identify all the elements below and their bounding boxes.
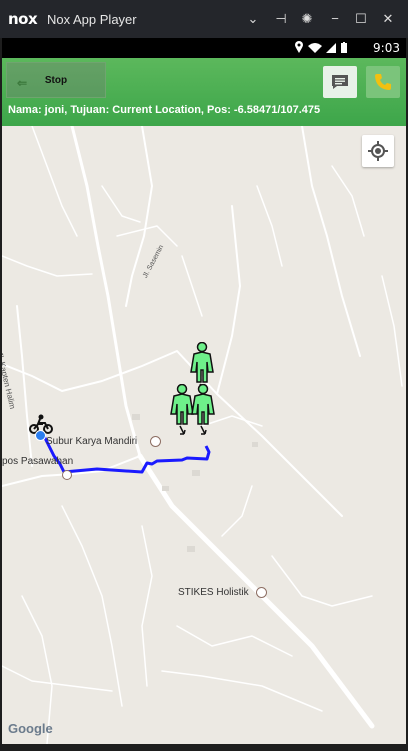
pos-marker-icon — [62, 470, 72, 480]
window-title: Nox App Player — [47, 12, 137, 27]
android-status-bar: 9:03 — [2, 38, 406, 58]
place-label-subur-karya-mandiri: Subur Karya Mandiri — [46, 436, 138, 447]
maximize-icon[interactable]: ☐ — [350, 9, 372, 29]
crosshair-icon — [368, 141, 388, 161]
place-label-stikes-holistik: STIKES Holistik — [178, 587, 249, 598]
passenger-marker-icon — [191, 384, 215, 435]
window-titlebar: nox Nox App Player ⌄ ⊣ ✺ − ☐ ✕ — [0, 0, 408, 38]
nox-logo: nox — [8, 10, 38, 28]
place-label-pos-pasawahan: pos Pasawahan — [2, 456, 74, 467]
current-location-dot — [35, 430, 46, 441]
close-icon[interactable]: ✕ — [377, 9, 399, 29]
signal-icon — [295, 41, 347, 53]
phone-icon — [375, 74, 391, 90]
stop-button[interactable]: ⇐ Stop — [6, 62, 106, 98]
school-marker-icon — [256, 587, 267, 598]
back-arrow-icon: ⇐ — [17, 76, 28, 90]
gear-icon[interactable]: ✺ — [296, 9, 318, 29]
stop-label: Stop — [44, 74, 68, 86]
tracking-toolbar: ⇐ Stop Nama: joni, Tujuan: Current Locat… — [2, 58, 406, 126]
minimize-icon[interactable]: − — [324, 9, 346, 29]
message-button[interactable] — [323, 66, 357, 98]
status-icons — [294, 41, 356, 57]
window-bottom-edge — [0, 744, 408, 751]
google-attribution: Google — [8, 721, 53, 736]
pin-icon[interactable]: ⊣ — [270, 9, 292, 29]
chevron-down-icon[interactable]: ⌄ — [242, 9, 264, 29]
map-view[interactable]: Jl. Kapten Halim Jl. Sasemin Subur Karya… — [2, 126, 406, 744]
call-button[interactable] — [366, 66, 400, 98]
chat-icon — [332, 75, 348, 89]
trip-info-text: Nama: joni, Tujuan: Current Location, Po… — [8, 104, 321, 116]
my-location-button[interactable] — [362, 135, 394, 167]
place-marker-icon — [150, 436, 161, 447]
status-time: 9:03 — [373, 41, 400, 55]
